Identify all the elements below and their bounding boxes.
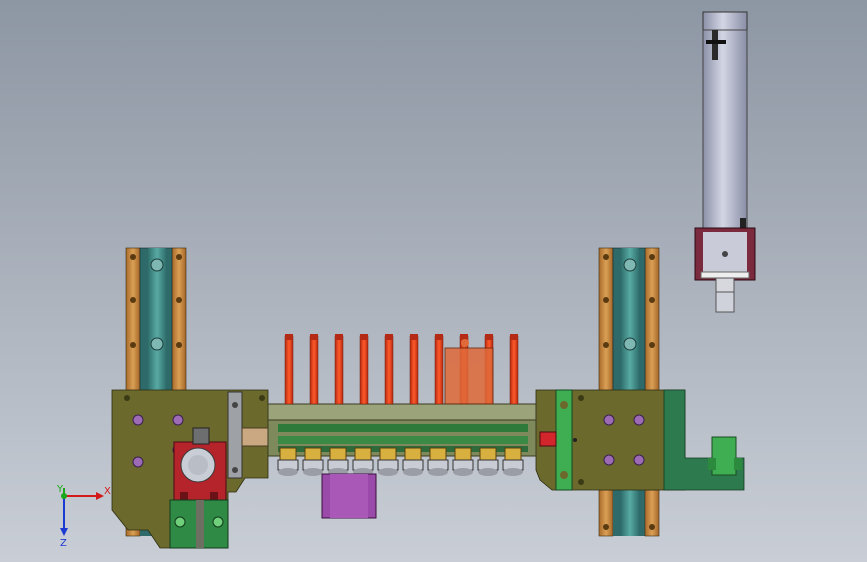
- axis-y-label: Y: [56, 484, 64, 495]
- pin: [409, 334, 419, 405]
- left-lower-bracket: [169, 499, 229, 549]
- pin: [434, 334, 444, 405]
- assembly-drawing: X Y Z: [0, 0, 867, 562]
- axis-x-label: X: [104, 486, 111, 497]
- pin-guide-block: [444, 347, 494, 405]
- axis-z-label: Z: [60, 538, 67, 549]
- pin: [334, 334, 344, 405]
- pin-guide-knob: [461, 339, 469, 347]
- pin: [359, 334, 369, 405]
- left-vertical-post[interactable]: [125, 247, 187, 395]
- pneumatic-cylinder[interactable]: [694, 11, 756, 313]
- pin: [509, 334, 519, 405]
- purple-actuator-block[interactable]: [321, 473, 377, 519]
- pin: [309, 334, 319, 405]
- pin: [384, 334, 394, 405]
- right-lower-post: [598, 489, 660, 537]
- right-vertical-post[interactable]: [598, 247, 660, 395]
- cad-viewport[interactable]: X Y Z: [0, 0, 867, 562]
- pin: [284, 334, 294, 405]
